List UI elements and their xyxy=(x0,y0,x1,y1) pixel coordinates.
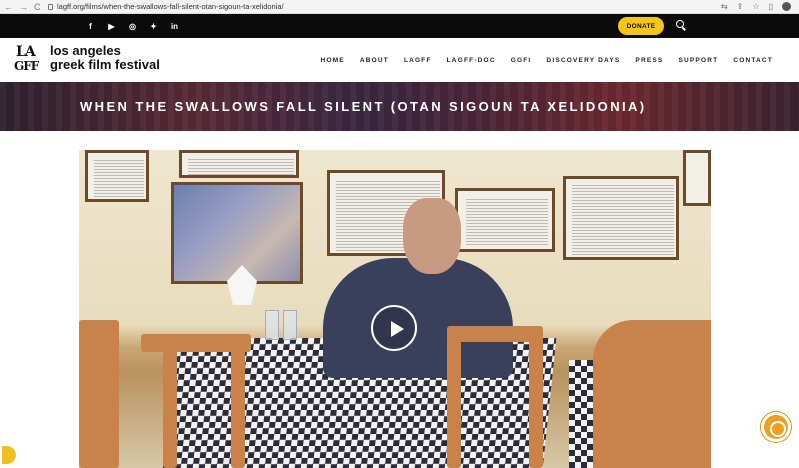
site-header: LA GFF los angeles greek film festival H… xyxy=(0,38,799,82)
play-icon[interactable] xyxy=(371,305,417,351)
accessibility-left-icon[interactable] xyxy=(0,444,18,466)
bookmark-icon[interactable]: ☆ xyxy=(752,2,759,11)
share-icon[interactable]: ⇪ xyxy=(737,2,744,11)
wall-frame xyxy=(563,176,679,260)
site-name-line1: los angeles xyxy=(50,43,121,58)
address-bar[interactable]: lagff.org/films/when-the-swallows-fall-s… xyxy=(48,2,721,11)
linkedin-icon[interactable]: in xyxy=(170,22,179,31)
site-name[interactable]: los angeles greek film festival xyxy=(50,44,160,72)
lock-icon xyxy=(48,3,53,10)
title-banner: WHEN THE SWALLOWS FALL SILENT (OTAN SIGO… xyxy=(0,82,799,131)
chair xyxy=(447,338,461,468)
browser-nav: ← → C xyxy=(0,2,48,12)
wall-frame xyxy=(179,150,299,178)
main-nav: HOME ABOUT LAGFF LAGFF-DOC GGFI DISCOVER… xyxy=(321,38,773,82)
profile-icon[interactable] xyxy=(782,2,791,11)
instagram-icon[interactable]: ◎ xyxy=(128,22,137,31)
facebook-icon[interactable]: f xyxy=(86,22,95,31)
site-name-line2: greek film festival xyxy=(50,57,160,72)
nav-home[interactable]: HOME xyxy=(321,57,345,64)
forward-icon[interactable]: → xyxy=(19,2,28,12)
nav-about[interactable]: ABOUT xyxy=(360,57,389,64)
back-icon[interactable]: ← xyxy=(4,2,13,12)
translate-icon[interactable]: ⇆ xyxy=(721,2,728,11)
man-figure xyxy=(323,258,513,378)
search-icon[interactable] xyxy=(676,20,684,28)
nav-lagff-doc[interactable]: LAGFF-DOC xyxy=(447,57,496,64)
man-head xyxy=(403,198,461,274)
wall-frame xyxy=(455,188,555,252)
video-player[interactable] xyxy=(79,150,711,468)
site-logo[interactable]: LA GFF xyxy=(14,44,44,76)
chair xyxy=(79,320,119,468)
chair xyxy=(593,320,711,468)
youtube-icon[interactable]: ▶ xyxy=(107,22,116,31)
logo-la: LA xyxy=(16,44,36,60)
wall-frame xyxy=(85,150,149,202)
chair xyxy=(529,338,543,468)
nav-lagff[interactable]: LAGFF xyxy=(404,57,432,64)
accessibility-icon[interactable] xyxy=(761,412,791,442)
chair xyxy=(163,346,177,468)
chair xyxy=(231,346,245,468)
glass xyxy=(283,310,297,340)
donate-button[interactable]: DONATE xyxy=(618,17,664,35)
browser-toolbar: ← → C lagff.org/films/when-the-swallows-… xyxy=(0,0,799,27)
nav-support[interactable]: SUPPORT xyxy=(678,57,718,64)
wall-frame xyxy=(171,182,303,284)
nav-press[interactable]: PRESS xyxy=(635,57,663,64)
nav-ggfi[interactable]: GGFI xyxy=(511,57,532,64)
nav-contact[interactable]: CONTACT xyxy=(733,57,773,64)
browser-tools: ⇆ ⇪ ☆ ▯ ⋮ xyxy=(721,2,799,27)
page-title: WHEN THE SWALLOWS FALL SILENT (OTAN SIGO… xyxy=(80,99,647,114)
reload-icon[interactable]: C xyxy=(34,2,41,12)
address-bar-text[interactable]: lagff.org/films/when-the-swallows-fall-s… xyxy=(57,2,284,11)
logo-gff: GFF xyxy=(14,59,39,73)
glass xyxy=(265,310,279,340)
social-links: f ▶ ◎ ✦ in xyxy=(86,14,179,38)
twitter-icon[interactable]: ✦ xyxy=(149,22,158,31)
wall-frame xyxy=(683,150,711,206)
nav-discovery-days[interactable]: DISCOVERY DAYS xyxy=(546,57,620,64)
top-bar: f ▶ ◎ ✦ in DONATE xyxy=(0,14,799,38)
